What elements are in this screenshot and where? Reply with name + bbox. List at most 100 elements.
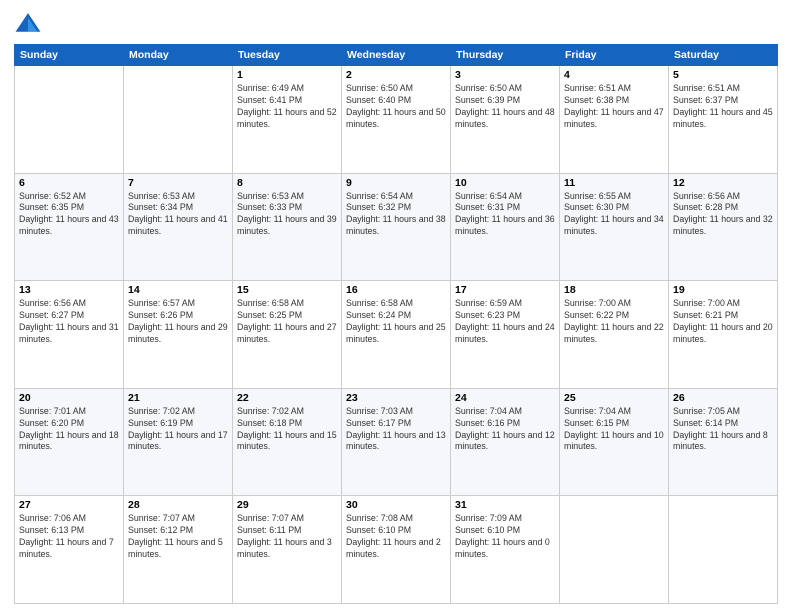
- calendar-cell: 2Sunrise: 6:50 AM Sunset: 6:40 PM Daylig…: [342, 66, 451, 174]
- calendar-cell: 13 Sunrise: 6:56 AM Sunset: 6:27 PM Dayli…: [15, 281, 124, 389]
- day-number: 3: [455, 69, 555, 81]
- calendar-cell: 1 Sunrise: 6:49 AM Sunset: 6:41 PM Daylig…: [233, 66, 342, 174]
- day-number: 6: [19, 177, 119, 189]
- day-header-wednesday: Wednesday: [342, 45, 451, 66]
- day-info: Sunrise: 6:51 AM Sunset: 6:38 PM Dayligh…: [564, 83, 664, 131]
- day-number: 25: [564, 392, 664, 404]
- day-number: 29: [237, 499, 337, 511]
- day-info: Sunrise: 6:58 AM Sunset: 6:24 PM Dayligh…: [346, 298, 446, 346]
- day-info: Sunrise: 6:51 AM Sunset: 6:37 PM Dayligh…: [673, 83, 773, 131]
- day-header-friday: Friday: [560, 45, 669, 66]
- day-number: 8: [237, 177, 337, 189]
- day-number: 5: [673, 69, 773, 81]
- day-info: Sunrise: 6:55 AM Sunset: 6:30 PM Dayligh…: [564, 191, 664, 239]
- day-number: 26: [673, 392, 773, 404]
- day-number: 22: [237, 392, 337, 404]
- day-info: Sunrise: 7:04 AM Sunset: 6:16 PM Dayligh…: [455, 406, 555, 454]
- day-info: Sunrise: 6:52 AM Sunset: 6:35 PM Dayligh…: [19, 191, 119, 239]
- calendar-cell: 3 Sunrise: 6:50 AM Sunset: 6:39 PM Daylig…: [451, 66, 560, 174]
- calendar-cell: 27 Sunrise: 7:06 AM Sunset: 6:13 PM Dayli…: [15, 496, 124, 604]
- day-info: Sunrise: 6:59 AM Sunset: 6:23 PM Dayligh…: [455, 298, 555, 346]
- calendar-header-row: SundayMondayTuesdayWednesdayThursdayFrid…: [15, 45, 778, 66]
- day-info: Sunrise: 6:56 AM Sunset: 6:27 PM Dayligh…: [19, 298, 119, 346]
- day-info: Sunrise: 7:06 AM Sunset: 6:13 PM Dayligh…: [19, 513, 119, 561]
- calendar-cell: [124, 66, 233, 174]
- calendar-cell: 18Sunrise: 7:00 AM Sunset: 6:22 PM Dayli…: [560, 281, 669, 389]
- day-info: Sunrise: 6:50 AM Sunset: 6:40 PM Dayligh…: [346, 83, 446, 131]
- day-info: Sunrise: 7:05 AM Sunset: 6:14 PM Dayligh…: [673, 406, 773, 454]
- day-number: 28: [128, 499, 228, 511]
- day-header-thursday: Thursday: [451, 45, 560, 66]
- day-info: Sunrise: 6:49 AM Sunset: 6:41 PM Dayligh…: [237, 83, 337, 131]
- day-number: 13: [19, 284, 119, 296]
- day-number: 17: [455, 284, 555, 296]
- day-number: 23: [346, 392, 446, 404]
- day-info: Sunrise: 7:00 AM Sunset: 6:21 PM Dayligh…: [673, 298, 773, 346]
- calendar-week-1: 1 Sunrise: 6:49 AM Sunset: 6:41 PM Daylig…: [15, 66, 778, 174]
- calendar-cell: 23 Sunrise: 7:03 AM Sunset: 6:17 PM Dayli…: [342, 388, 451, 496]
- day-info: Sunrise: 7:04 AM Sunset: 6:15 PM Dayligh…: [564, 406, 664, 454]
- day-header-monday: Monday: [124, 45, 233, 66]
- day-number: 9: [346, 177, 446, 189]
- day-number: 12: [673, 177, 773, 189]
- calendar-cell: 17 Sunrise: 6:59 AM Sunset: 6:23 PM Dayli…: [451, 281, 560, 389]
- logo-icon: [14, 10, 42, 38]
- calendar-week-4: 20 Sunrise: 7:01 AM Sunset: 6:20 PM Dayli…: [15, 388, 778, 496]
- calendar-cell: 30 Sunrise: 7:08 AM Sunset: 6:10 PM Dayli…: [342, 496, 451, 604]
- calendar-cell: 15 Sunrise: 6:58 AM Sunset: 6:25 PM Dayli…: [233, 281, 342, 389]
- calendar-week-5: 27 Sunrise: 7:06 AM Sunset: 6:13 PM Dayli…: [15, 496, 778, 604]
- calendar-cell: 21Sunrise: 7:02 AM Sunset: 6:19 PM Dayli…: [124, 388, 233, 496]
- calendar-cell: 29 Sunrise: 7:07 AM Sunset: 6:11 PM Dayli…: [233, 496, 342, 604]
- day-info: Sunrise: 6:50 AM Sunset: 6:39 PM Dayligh…: [455, 83, 555, 131]
- header: [14, 10, 778, 38]
- day-info: Sunrise: 7:00 AM Sunset: 6:22 PM Dayligh…: [564, 298, 664, 346]
- calendar-week-3: 13 Sunrise: 6:56 AM Sunset: 6:27 PM Dayli…: [15, 281, 778, 389]
- day-info: Sunrise: 6:56 AM Sunset: 6:28 PM Dayligh…: [673, 191, 773, 239]
- day-info: Sunrise: 6:57 AM Sunset: 6:26 PM Dayligh…: [128, 298, 228, 346]
- day-info: Sunrise: 7:09 AM Sunset: 6:10 PM Dayligh…: [455, 513, 555, 561]
- day-number: 4: [564, 69, 664, 81]
- day-info: Sunrise: 7:08 AM Sunset: 6:10 PM Dayligh…: [346, 513, 446, 561]
- day-info: Sunrise: 7:03 AM Sunset: 6:17 PM Dayligh…: [346, 406, 446, 454]
- day-info: Sunrise: 6:54 AM Sunset: 6:32 PM Dayligh…: [346, 191, 446, 239]
- calendar-cell: 24Sunrise: 7:04 AM Sunset: 6:16 PM Dayli…: [451, 388, 560, 496]
- day-header-sunday: Sunday: [15, 45, 124, 66]
- calendar-cell: 28 Sunrise: 7:07 AM Sunset: 6:12 PM Dayli…: [124, 496, 233, 604]
- logo: [14, 10, 46, 38]
- calendar-cell: [560, 496, 669, 604]
- calendar-cell: [15, 66, 124, 174]
- day-number: 1: [237, 69, 337, 81]
- day-header-saturday: Saturday: [669, 45, 778, 66]
- calendar-cell: 19 Sunrise: 7:00 AM Sunset: 6:21 PM Dayli…: [669, 281, 778, 389]
- day-number: 10: [455, 177, 555, 189]
- day-info: Sunrise: 7:02 AM Sunset: 6:19 PM Dayligh…: [128, 406, 228, 454]
- day-number: 11: [564, 177, 664, 189]
- calendar-cell: [669, 496, 778, 604]
- page: SundayMondayTuesdayWednesdayThursdayFrid…: [0, 0, 792, 612]
- day-number: 16: [346, 284, 446, 296]
- day-number: 20: [19, 392, 119, 404]
- day-info: Sunrise: 6:53 AM Sunset: 6:33 PM Dayligh…: [237, 191, 337, 239]
- calendar-cell: 31Sunrise: 7:09 AM Sunset: 6:10 PM Dayli…: [451, 496, 560, 604]
- day-info: Sunrise: 7:02 AM Sunset: 6:18 PM Dayligh…: [237, 406, 337, 454]
- calendar-cell: 6 Sunrise: 6:52 AM Sunset: 6:35 PM Daylig…: [15, 173, 124, 281]
- calendar-cell: 12 Sunrise: 6:56 AM Sunset: 6:28 PM Dayli…: [669, 173, 778, 281]
- calendar-cell: 4 Sunrise: 6:51 AM Sunset: 6:38 PM Daylig…: [560, 66, 669, 174]
- calendar-cell: 25 Sunrise: 7:04 AM Sunset: 6:15 PM Dayli…: [560, 388, 669, 496]
- day-info: Sunrise: 6:53 AM Sunset: 6:34 PM Dayligh…: [128, 191, 228, 239]
- calendar-cell: 11 Sunrise: 6:55 AM Sunset: 6:30 PM Dayli…: [560, 173, 669, 281]
- day-info: Sunrise: 7:07 AM Sunset: 6:12 PM Dayligh…: [128, 513, 228, 561]
- day-number: 30: [346, 499, 446, 511]
- calendar-cell: 9 Sunrise: 6:54 AM Sunset: 6:32 PM Daylig…: [342, 173, 451, 281]
- day-number: 19: [673, 284, 773, 296]
- calendar-table: SundayMondayTuesdayWednesdayThursdayFrid…: [14, 44, 778, 604]
- calendar-cell: 16 Sunrise: 6:58 AM Sunset: 6:24 PM Dayli…: [342, 281, 451, 389]
- calendar-cell: 8 Sunrise: 6:53 AM Sunset: 6:33 PM Daylig…: [233, 173, 342, 281]
- day-info: Sunrise: 6:58 AM Sunset: 6:25 PM Dayligh…: [237, 298, 337, 346]
- day-number: 14: [128, 284, 228, 296]
- calendar-cell: 10Sunrise: 6:54 AM Sunset: 6:31 PM Dayli…: [451, 173, 560, 281]
- day-info: Sunrise: 7:01 AM Sunset: 6:20 PM Dayligh…: [19, 406, 119, 454]
- day-number: 27: [19, 499, 119, 511]
- day-info: Sunrise: 7:07 AM Sunset: 6:11 PM Dayligh…: [237, 513, 337, 561]
- day-number: 15: [237, 284, 337, 296]
